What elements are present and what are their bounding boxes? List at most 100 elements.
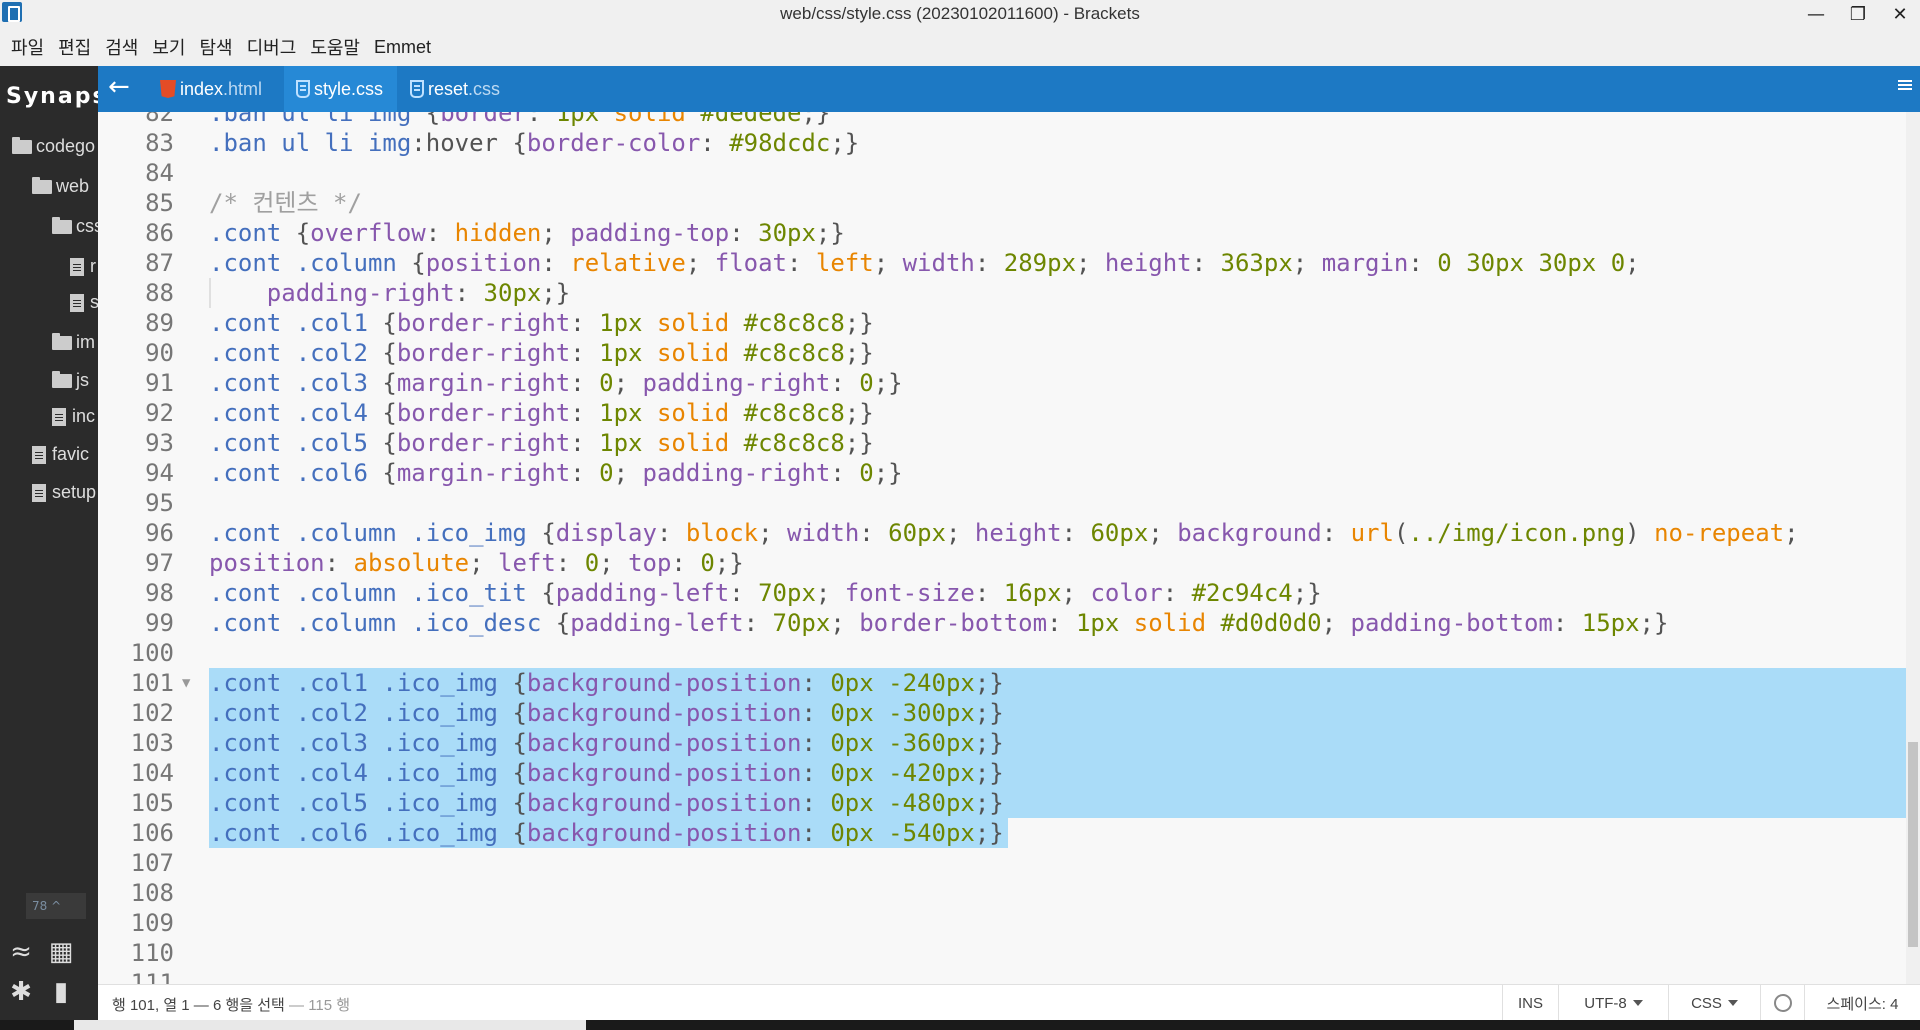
menu-help[interactable]: 도움말: [303, 34, 367, 60]
tree-item-style[interactable]: s: [70, 292, 98, 313]
code-line[interactable]: 94 .cont .col6 {margin-right: 0; padding-…: [98, 458, 1920, 488]
tree-item-favicon[interactable]: favic: [32, 444, 89, 465]
magic-wand-icon[interactable]: ✱: [6, 977, 36, 1007]
line-number[interactable]: 85: [98, 188, 174, 218]
tab-reset-css[interactable]: reset .css: [398, 66, 514, 112]
tree-item-setup[interactable]: setup: [32, 482, 96, 503]
code-line[interactable]: 110: [98, 938, 1920, 968]
line-number[interactable]: 92: [98, 398, 174, 428]
line-number[interactable]: 102: [98, 698, 174, 728]
line-number[interactable]: 94: [98, 458, 174, 488]
code-line[interactable]: 99 .cont .column .ico_desc {padding-left:…: [98, 608, 1920, 638]
code-line[interactable]: 87 .cont .column {position: relative; flo…: [98, 248, 1920, 278]
line-number[interactable]: 89: [98, 308, 174, 338]
menu-navigate[interactable]: 탐색: [193, 34, 240, 60]
line-number[interactable]: 111: [98, 968, 174, 984]
tree-item-web[interactable]: web: [32, 176, 89, 197]
code-line[interactable]: 106 .cont .col6 .ico_img {background-posi…: [98, 818, 1920, 848]
code-line[interactable]: 111: [98, 968, 1920, 984]
tab-index-html[interactable]: index .html: [148, 66, 276, 112]
editor-scrollbar-thumb[interactable]: [1908, 742, 1918, 947]
project-title[interactable]: Synapse: [6, 84, 98, 109]
line-number[interactable]: 86: [98, 218, 174, 248]
line-number[interactable]: 90: [98, 338, 174, 368]
code-line[interactable]: 95: [98, 488, 1920, 518]
line-number[interactable]: 87: [98, 248, 174, 278]
line-number[interactable]: 107: [98, 848, 174, 878]
code-editor[interactable]: 82 .ban ul li img {border: 1px solid #ded…: [98, 112, 1920, 984]
lint-status[interactable]: [1760, 985, 1804, 1021]
line-number[interactable]: 110: [98, 938, 174, 968]
code-line[interactable]: 105 .cont .col5 .ico_img {background-posi…: [98, 788, 1920, 818]
menu-edit[interactable]: 편집: [51, 34, 98, 60]
code-line[interactable]: 92 .cont .col4 {border-right: 1px solid #…: [98, 398, 1920, 428]
line-number[interactable]: 93: [98, 428, 174, 458]
code-line[interactable]: 100: [98, 638, 1920, 668]
code-line[interactable]: 88 padding-right: 30px;}: [98, 278, 1920, 308]
extension-badge[interactable]: 78 ^: [26, 893, 86, 919]
menu-emmet[interactable]: Emmet: [367, 37, 438, 58]
tab-style-css[interactable]: style .css: [284, 66, 398, 112]
code-line[interactable]: 86 .cont {overflow: hidden; padding-top: …: [98, 218, 1920, 248]
indent-setting[interactable]: 스페이스: 4: [1804, 985, 1920, 1021]
line-number[interactable]: 109: [98, 908, 174, 938]
line-number[interactable]: 96: [98, 518, 174, 548]
tree-item-reset[interactable]: r: [70, 256, 96, 277]
tree-item-css[interactable]: css: [52, 216, 98, 237]
fold-toggle-icon[interactable]: ▼: [182, 668, 190, 698]
line-number[interactable]: 82: [98, 112, 174, 128]
tree-item-js[interactable]: js: [52, 370, 89, 391]
menu-debug[interactable]: 디버그: [240, 34, 304, 60]
code-line[interactable]: 83 .ban ul li img:hover {border-color: #9…: [98, 128, 1920, 158]
close-icon[interactable]: ✕: [1880, 0, 1920, 28]
menu-file[interactable]: 파일: [4, 34, 51, 60]
minimize-icon[interactable]: —: [1796, 0, 1836, 28]
code-line[interactable]: 96 .cont .column .ico_img {display: block…: [98, 518, 1920, 548]
tree-item-img[interactable]: im: [52, 332, 95, 353]
line-number[interactable]: 100: [98, 638, 174, 668]
back-arrow-icon[interactable]: ←: [108, 72, 130, 102]
line-number[interactable]: 105: [98, 788, 174, 818]
menu-view[interactable]: 보기: [145, 34, 192, 60]
line-number[interactable]: 101: [98, 668, 174, 698]
line-number[interactable]: 88: [98, 278, 174, 308]
language-dropdown[interactable]: CSS: [1668, 985, 1760, 1021]
code-line[interactable]: 109: [98, 908, 1920, 938]
tree-item-index[interactable]: inc: [52, 406, 95, 427]
code-line[interactable]: 85 /* 컨텐츠 */: [98, 188, 1920, 218]
live-preview-icon[interactable]: ≈: [6, 937, 36, 967]
insert-mode-toggle[interactable]: INS: [1502, 985, 1558, 1021]
line-number[interactable]: 98: [98, 578, 174, 608]
line-number[interactable]: 108: [98, 878, 174, 908]
hamburger-menu-icon[interactable]: [1898, 80, 1912, 82]
line-number[interactable]: 97: [98, 548, 174, 578]
code-line[interactable]: 98 .cont .column .ico_tit {padding-left: …: [98, 578, 1920, 608]
code-line[interactable]: 108: [98, 878, 1920, 908]
code-line[interactable]: 102 .cont .col2 .ico_img {background-posi…: [98, 698, 1920, 728]
line-number[interactable]: 84: [98, 158, 174, 188]
line-number[interactable]: 91: [98, 368, 174, 398]
code-line[interactable]: 82 .ban ul li img {border: 1px solid #ded…: [98, 112, 1920, 128]
line-number[interactable]: 104: [98, 758, 174, 788]
code-line[interactable]: 91 .cont .col3 {margin-right: 0; padding-…: [98, 368, 1920, 398]
code-line[interactable]: 97 position: absolute; left: 0; top: 0;}: [98, 548, 1920, 578]
code-line[interactable]: 84: [98, 158, 1920, 188]
encoding-dropdown[interactable]: UTF-8: [1558, 985, 1668, 1021]
line-number[interactable]: 106: [98, 818, 174, 848]
line-number[interactable]: 95: [98, 488, 174, 518]
line-number[interactable]: 103: [98, 728, 174, 758]
line-number[interactable]: 83: [98, 128, 174, 158]
line-number[interactable]: 99: [98, 608, 174, 638]
extension-manager-icon[interactable]: ▦: [46, 937, 76, 967]
code-line[interactable]: 107: [98, 848, 1920, 878]
code-line[interactable]: 90 .cont .col2 {border-right: 1px solid #…: [98, 338, 1920, 368]
code-line[interactable]: 101 ▼ .cont .col1 .ico_img {background-pos…: [98, 668, 1920, 698]
tree-item-codego[interactable]: codego: [12, 136, 95, 157]
menu-find[interactable]: 검색: [98, 34, 145, 60]
code-line[interactable]: 103 .cont .col3 .ico_img {background-posi…: [98, 728, 1920, 758]
book-icon[interactable]: ▮: [46, 977, 76, 1007]
code-line[interactable]: 93 .cont .col5 {border-right: 1px solid #…: [98, 428, 1920, 458]
code-line[interactable]: 104 .cont .col4 .ico_img {background-posi…: [98, 758, 1920, 788]
code-line[interactable]: 89 .cont .col1 {border-right: 1px solid #…: [98, 308, 1920, 338]
restore-icon[interactable]: ❐: [1838, 0, 1878, 28]
